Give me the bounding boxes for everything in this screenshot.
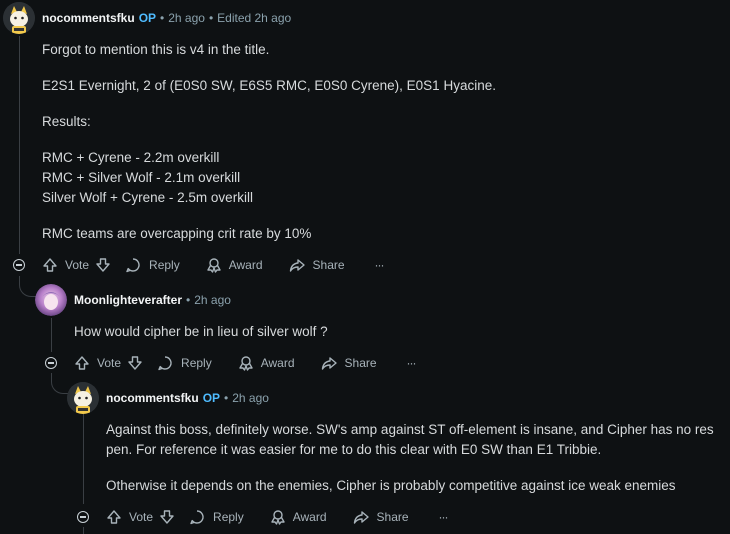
username[interactable]: Moonlighteverafter [74, 293, 182, 307]
paragraph: RMC + Silver Wolf - 2.1m overkill [42, 170, 241, 185]
comment-header: nocommentsfku OP • 2h ago [106, 391, 269, 405]
edited-label: Edited 2h ago [217, 11, 292, 25]
paragraph: Results: [42, 114, 91, 129]
avatar-image [67, 382, 99, 414]
comment-header: nocommentsfku OP • 2h ago • Edited 2h ago [42, 11, 291, 25]
share-label: Share [312, 258, 345, 272]
share-icon [289, 259, 305, 272]
reply-icon [126, 258, 140, 273]
share-button[interactable]: Share [289, 257, 345, 273]
downvote-icon [96, 258, 110, 272]
comment-body: How would cipher be in lieu of silver wo… [74, 322, 714, 342]
reply-label: Reply [181, 356, 212, 370]
upvote-icon [43, 258, 57, 272]
downvote-icon [128, 356, 142, 370]
separator: • [160, 11, 165, 25]
action-bar: Vote Reply Award Share ··· [106, 506, 449, 528]
paragraph: Otherwise it depends on the enemies, Cip… [106, 478, 676, 493]
reply-icon [190, 510, 204, 525]
avatar-image [3, 2, 35, 34]
share-label: Share [376, 510, 409, 524]
award-button[interactable]: Award [238, 355, 295, 371]
award-button[interactable]: Award [206, 257, 263, 273]
thread-line [83, 527, 84, 534]
collapse-icon[interactable] [77, 511, 89, 523]
timestamp[interactable]: 2h ago [232, 391, 269, 405]
paragraph: E2S1 Evernight, 2 of (E0S0 SW, E6S5 RMC,… [42, 78, 496, 93]
paragraph: Forgot to mention this is v4 in the titl… [42, 42, 270, 57]
separator: • [208, 11, 214, 25]
thread-connector [19, 276, 36, 297]
share-icon [353, 511, 369, 524]
action-bar: Vote Reply Award Share ··· [42, 254, 385, 276]
more-icon: ··· [438, 510, 449, 524]
more-options-button[interactable]: ··· [438, 510, 449, 524]
award-icon [207, 258, 221, 273]
paragraph: Against this boss, definitely worse. SW'… [106, 422, 714, 437]
reply-icon [158, 356, 172, 371]
timestamp[interactable]: 2h ago [194, 293, 231, 307]
timestamp[interactable]: 2h ago [168, 11, 205, 25]
separator: • [224, 391, 229, 405]
more-options-button[interactable]: ··· [406, 356, 417, 370]
upvote-icon [107, 510, 121, 524]
upvote-button[interactable] [106, 509, 122, 525]
award-icon [239, 356, 253, 371]
collapse-icon[interactable] [45, 357, 57, 369]
paragraph: How would cipher be in lieu of silver wo… [74, 324, 328, 339]
separator: • [186, 293, 191, 307]
action-bar: Vote Reply Award Share ··· [74, 352, 417, 374]
paragraph: RMC teams are overcapping crit rate by 1… [42, 226, 312, 241]
op-badge: OP [202, 391, 221, 405]
award-label: Award [292, 510, 327, 524]
vote-label: Vote [97, 356, 122, 370]
downvote-button[interactable] [159, 509, 175, 525]
share-button[interactable]: Share [353, 509, 409, 525]
award-label: Award [260, 356, 295, 370]
thread-line [83, 414, 84, 504]
thread-line [51, 318, 52, 352]
upvote-button[interactable] [42, 257, 58, 273]
award-button[interactable]: Award [270, 509, 327, 525]
downvote-button[interactable] [95, 257, 111, 273]
award-icon [271, 510, 285, 525]
more-icon: ··· [406, 356, 417, 370]
avatar-image [35, 284, 67, 316]
thread-line [19, 36, 20, 254]
username[interactable]: nocommentsfku [106, 391, 199, 405]
share-label: Share [344, 356, 377, 370]
avatar[interactable] [3, 2, 35, 34]
paragraph: RMC + Cyrene - 2.2m overkill [42, 150, 220, 165]
upvote-icon [75, 356, 89, 370]
avatar[interactable] [67, 382, 99, 414]
reply-button[interactable]: Reply [157, 355, 212, 371]
share-icon [321, 357, 337, 370]
more-icon: ··· [374, 258, 385, 272]
reply-button[interactable]: Reply [125, 257, 180, 273]
reply-label: Reply [213, 510, 244, 524]
upvote-button[interactable] [74, 355, 90, 371]
paragraph: Silver Wolf + Cyrene - 2.5m overkill [42, 190, 253, 205]
collapse-icon[interactable] [13, 259, 25, 271]
reply-label: Reply [149, 258, 180, 272]
thread-connector [51, 373, 68, 394]
downvote-icon [160, 510, 174, 524]
username[interactable]: nocommentsfku [42, 11, 135, 25]
op-badge: OP [138, 11, 157, 25]
comment-header: Moonlighteverafter • 2h ago [74, 293, 231, 307]
vote-label: Vote [129, 510, 154, 524]
avatar[interactable] [35, 284, 67, 316]
comment-body: Against this boss, definitely worse. SW'… [106, 420, 728, 496]
comment-body: Forgot to mention this is v4 in the titl… [42, 40, 722, 244]
reply-button[interactable]: Reply [189, 509, 244, 525]
vote-label: Vote [65, 258, 90, 272]
more-options-button[interactable]: ··· [374, 258, 385, 272]
award-label: Award [228, 258, 263, 272]
share-button[interactable]: Share [321, 355, 377, 371]
paragraph: pen. For reference it was easier for me … [106, 442, 602, 457]
downvote-button[interactable] [127, 355, 143, 371]
